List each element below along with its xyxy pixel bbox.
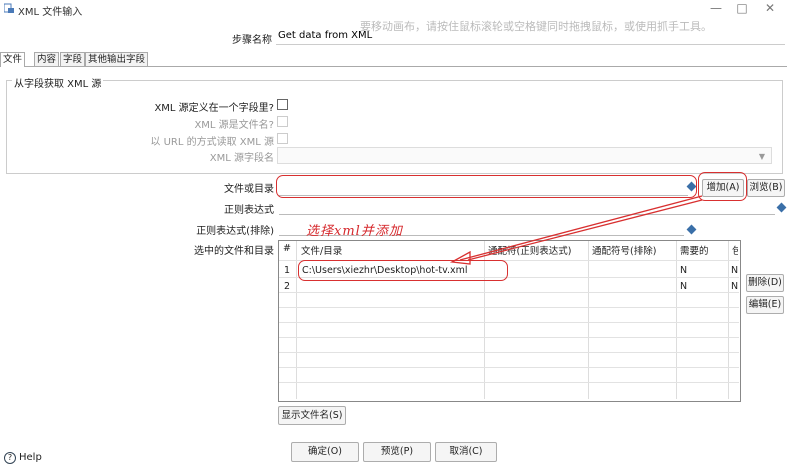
step-name-label: 步骤名称	[232, 35, 272, 46]
help-label: Help	[19, 452, 42, 463]
tab-content[interactable]: 内容	[34, 52, 60, 66]
app-icon	[4, 3, 14, 13]
title-bar: XML 文件输入 — □ ✕	[0, 0, 787, 18]
row-divider	[279, 322, 739, 323]
tab-fields[interactable]: 字段	[60, 52, 86, 66]
tab-bar: 文件 内容 字段 其他输出字段	[0, 52, 787, 67]
column-header-file[interactable]: 文件/目录	[301, 243, 342, 257]
selected-files-label: 选中的文件和目录	[194, 246, 274, 257]
tab-other-output-fields[interactable]: 其他输出字段	[85, 52, 149, 66]
close-button[interactable]: ✕	[757, 0, 783, 16]
minimize-button[interactable]: —	[703, 0, 729, 16]
help-link[interactable]: ? Help	[4, 452, 42, 464]
browse-button[interactable]: 浏览(B)	[747, 179, 785, 197]
row-number: 1	[284, 265, 291, 276]
group-title: 从字段获取 XML 源	[12, 75, 104, 90]
row-divider	[279, 367, 739, 368]
xml-in-field-label: XML 源定义在一个字段里?	[154, 103, 274, 114]
col-divider	[728, 241, 729, 399]
regex-exclude-label: 正则表达式(排除)	[196, 226, 274, 237]
col-divider	[296, 241, 297, 399]
xml-is-filename-label: XML 源是文件名?	[194, 120, 274, 131]
row-divider	[279, 382, 739, 383]
tab-file[interactable]: 文件	[0, 52, 26, 67]
column-header-subfolders[interactable]: 包	[732, 243, 738, 257]
xml-in-field-checkbox[interactable]	[277, 99, 288, 110]
regex-label: 正则表达式	[224, 205, 274, 216]
window-title: XML 文件输入	[18, 7, 83, 18]
maximize-button[interactable]: □	[729, 0, 755, 16]
delete-button[interactable]: 删除(D)	[746, 274, 784, 292]
xml-is-filename-checkbox[interactable]	[277, 116, 288, 127]
xml-field-name-combo[interactable]: ▼	[277, 147, 772, 164]
row-number: 2	[284, 281, 291, 292]
show-filenames-button[interactable]: 显示文件名(S)	[278, 406, 346, 425]
help-icon: ?	[4, 452, 16, 464]
row-divider	[279, 352, 739, 353]
step-name-input[interactable]	[276, 26, 785, 45]
chevron-down-icon: ▼	[758, 152, 765, 161]
row-divider	[279, 337, 739, 338]
edit-button[interactable]: 编辑(E)	[746, 296, 784, 314]
variable-icon	[776, 202, 787, 213]
file-or-dir-label: 文件或目录	[224, 184, 274, 195]
row-divider	[279, 307, 739, 308]
read-url-checkbox[interactable]	[277, 133, 288, 144]
row-divider	[279, 292, 739, 293]
subfolder-cell[interactable]: N	[731, 281, 738, 292]
annotation-text: 选择xml并添加	[306, 224, 403, 239]
required-cell[interactable]: N	[680, 281, 687, 292]
preview-button[interactable]: 预览(P)	[363, 442, 431, 462]
column-header-num: #	[283, 243, 291, 254]
read-url-label: 以 URL 的方式读取 XML 源	[150, 137, 274, 148]
annotation-arrow	[449, 195, 703, 265]
cancel-button[interactable]: 取消(C)	[435, 442, 497, 462]
subfolder-cell[interactable]: N	[731, 265, 738, 276]
ok-button[interactable]: 确定(O)	[291, 442, 359, 462]
xml-field-name-label: XML 源字段名	[209, 153, 274, 164]
